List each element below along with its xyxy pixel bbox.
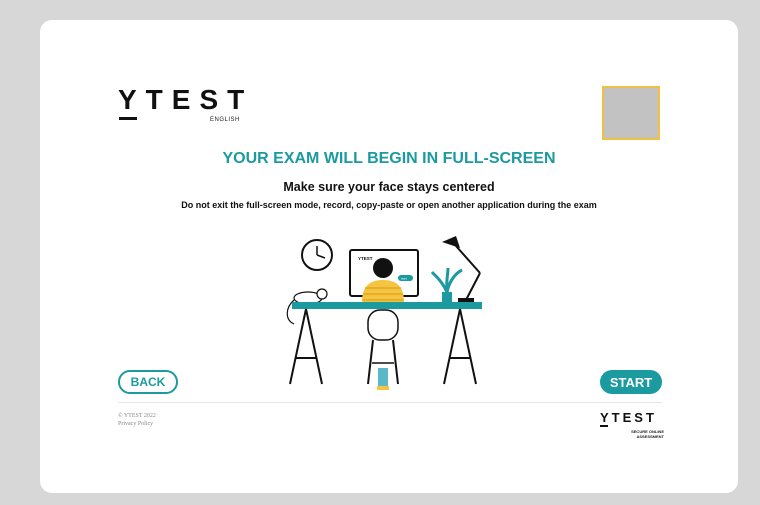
logo-underline	[119, 117, 137, 120]
privacy-policy-link[interactable]: Privacy Policy	[118, 421, 153, 427]
face-instruction: Make sure your face stays centered	[283, 180, 495, 194]
clock-icon	[301, 239, 333, 271]
plant-icon	[430, 267, 463, 302]
desk-illustration: YTEST start	[286, 236, 482, 390]
copyright-text: © YTEST 2022	[118, 413, 156, 419]
ytest-logo: YTEST ENGLISH	[118, 84, 258, 128]
monitor-button-label: start	[401, 277, 407, 281]
back-button[interactable]: BACK	[118, 370, 178, 394]
monitor-brand: YTEST	[358, 256, 373, 261]
footer-logo-wordmark: YTEST	[600, 410, 657, 425]
camera-preview	[602, 86, 660, 140]
desk-top	[292, 302, 482, 309]
footer-text: © YTEST 2022 Privacy Policy	[118, 412, 156, 428]
footer-divider	[118, 402, 662, 403]
logo-subtitle: ENGLISH	[210, 117, 240, 123]
footer-tagline-line2: ASSESSMENT	[636, 434, 664, 439]
page-title: YOUR EXAM WILL BEGIN IN FULL-SCREEN	[222, 150, 556, 167]
logo-wordmark: YTEST	[118, 84, 254, 115]
exam-rules: Do not exit the full-screen mode, record…	[181, 200, 597, 210]
footer-logo: YTEST SECURE ONLINE ASSESSMENT	[600, 410, 664, 446]
footer-logo-underline	[600, 425, 608, 427]
start-button[interactable]: START	[600, 370, 662, 394]
footer-logo-tagline: SECURE ONLINE ASSESSMENT	[631, 429, 664, 439]
